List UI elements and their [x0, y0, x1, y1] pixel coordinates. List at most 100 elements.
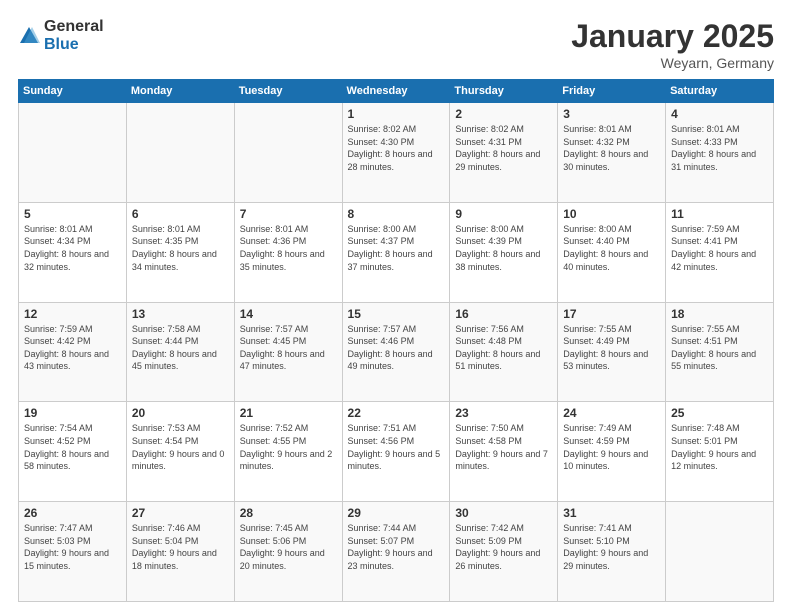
- day-detail: Sunrise: 7:57 AM Sunset: 4:46 PM Dayligh…: [348, 323, 445, 373]
- calendar-cell: 25 Sunrise: 7:48 AM Sunset: 5:01 PM Dayli…: [666, 402, 774, 502]
- logo-text: General Blue: [44, 18, 104, 53]
- calendar-week-3: 19 Sunrise: 7:54 AM Sunset: 4:52 PM Dayli…: [19, 402, 774, 502]
- calendar-cell: 27 Sunrise: 7:46 AM Sunset: 5:04 PM Dayli…: [126, 502, 234, 602]
- calendar-cell: [19, 103, 127, 203]
- day-detail: Sunrise: 8:02 AM Sunset: 4:30 PM Dayligh…: [348, 123, 445, 173]
- day-detail: Sunrise: 8:00 AM Sunset: 4:40 PM Dayligh…: [563, 223, 660, 273]
- calendar-cell: 17 Sunrise: 7:55 AM Sunset: 4:49 PM Dayli…: [558, 302, 666, 402]
- calendar-cell: 18 Sunrise: 7:55 AM Sunset: 4:51 PM Dayli…: [666, 302, 774, 402]
- day-detail: Sunrise: 7:54 AM Sunset: 4:52 PM Dayligh…: [24, 422, 121, 472]
- calendar-cell: 26Sunrise: 7:47 AM Sunset: 5:03 PM Dayli…: [19, 502, 127, 602]
- day-detail: Sunrise: 8:01 AM Sunset: 4:34 PM Dayligh…: [24, 223, 121, 273]
- day-number: 29: [348, 506, 445, 520]
- calendar-title: January 2025: [571, 18, 774, 55]
- calendar-week-2: 12 Sunrise: 7:59 AM Sunset: 4:42 PM Dayli…: [19, 302, 774, 402]
- calendar-cell: 14 Sunrise: 7:57 AM Sunset: 4:45 PM Dayli…: [234, 302, 342, 402]
- calendar-cell: 12 Sunrise: 7:59 AM Sunset: 4:42 PM Dayli…: [19, 302, 127, 402]
- header-thursday: Thursday: [450, 80, 558, 103]
- day-detail: Sunrise: 7:53 AM Sunset: 4:54 PM Dayligh…: [132, 422, 229, 472]
- day-detail: Sunrise: 7:56 AM Sunset: 4:48 PM Dayligh…: [455, 323, 552, 373]
- day-number: 17: [563, 307, 660, 321]
- day-detail: Sunrise: 7:55 AM Sunset: 4:49 PM Dayligh…: [563, 323, 660, 373]
- calendar-subtitle: Weyarn, Germany: [571, 55, 774, 71]
- header-row: Sunday Monday Tuesday Wednesday Thursday…: [19, 80, 774, 103]
- day-detail: Sunrise: 7:50 AM Sunset: 4:58 PM Dayligh…: [455, 422, 552, 472]
- day-number: 3: [563, 107, 660, 121]
- header: General Blue January 2025 Weyarn, German…: [18, 18, 774, 71]
- day-detail: Sunrise: 7:44 AM Sunset: 5:07 PM Dayligh…: [348, 522, 445, 572]
- day-detail: Sunrise: 7:59 AM Sunset: 4:42 PM Dayligh…: [24, 323, 121, 373]
- calendar-cell: 3Sunrise: 8:01 AM Sunset: 4:32 PM Daylig…: [558, 103, 666, 203]
- day-number: 25: [671, 406, 768, 420]
- day-number: 24: [563, 406, 660, 420]
- day-detail: Sunrise: 7:48 AM Sunset: 5:01 PM Dayligh…: [671, 422, 768, 472]
- day-detail: Sunrise: 8:00 AM Sunset: 4:39 PM Dayligh…: [455, 223, 552, 273]
- calendar-cell: [666, 502, 774, 602]
- calendar-page: General Blue January 2025 Weyarn, German…: [0, 0, 792, 612]
- day-detail: Sunrise: 7:46 AM Sunset: 5:04 PM Dayligh…: [132, 522, 229, 572]
- calendar-cell: 21Sunrise: 7:52 AM Sunset: 4:55 PM Dayli…: [234, 402, 342, 502]
- logo: General Blue: [18, 18, 104, 53]
- title-block: January 2025 Weyarn, Germany: [571, 18, 774, 71]
- day-number: 18: [671, 307, 768, 321]
- day-number: 23: [455, 406, 552, 420]
- calendar-cell: 10Sunrise: 8:00 AM Sunset: 4:40 PM Dayli…: [558, 202, 666, 302]
- day-number: 11: [671, 207, 768, 221]
- calendar-cell: 19 Sunrise: 7:54 AM Sunset: 4:52 PM Dayli…: [19, 402, 127, 502]
- day-detail: Sunrise: 7:49 AM Sunset: 4:59 PM Dayligh…: [563, 422, 660, 472]
- calendar-cell: 5Sunrise: 8:01 AM Sunset: 4:34 PM Daylig…: [19, 202, 127, 302]
- day-number: 27: [132, 506, 229, 520]
- day-number: 6: [132, 207, 229, 221]
- day-number: 19: [24, 406, 121, 420]
- day-number: 22: [348, 406, 445, 420]
- calendar-cell: 13Sunrise: 7:58 AM Sunset: 4:44 PM Dayli…: [126, 302, 234, 402]
- calendar-cell: 30 Sunrise: 7:42 AM Sunset: 5:09 PM Dayli…: [450, 502, 558, 602]
- day-number: 13: [132, 307, 229, 321]
- calendar-cell: 24 Sunrise: 7:49 AM Sunset: 4:59 PM Dayli…: [558, 402, 666, 502]
- day-detail: Sunrise: 7:55 AM Sunset: 4:51 PM Dayligh…: [671, 323, 768, 373]
- day-detail: Sunrise: 7:57 AM Sunset: 4:45 PM Dayligh…: [240, 323, 337, 373]
- day-number: 26: [24, 506, 121, 520]
- day-number: 8: [348, 207, 445, 221]
- day-detail: Sunrise: 7:59 AM Sunset: 4:41 PM Dayligh…: [671, 223, 768, 273]
- day-detail: Sunrise: 8:02 AM Sunset: 4:31 PM Dayligh…: [455, 123, 552, 173]
- day-detail: Sunrise: 7:41 AM Sunset: 5:10 PM Dayligh…: [563, 522, 660, 572]
- day-number: 15: [348, 307, 445, 321]
- day-number: 1: [348, 107, 445, 121]
- header-saturday: Saturday: [666, 80, 774, 103]
- calendar-cell: 9 Sunrise: 8:00 AM Sunset: 4:39 PM Daylig…: [450, 202, 558, 302]
- day-number: 12: [24, 307, 121, 321]
- calendar-week-0: 1 Sunrise: 8:02 AM Sunset: 4:30 PM Daylig…: [19, 103, 774, 203]
- calendar-cell: 20 Sunrise: 7:53 AM Sunset: 4:54 PM Dayli…: [126, 402, 234, 502]
- day-number: 2: [455, 107, 552, 121]
- calendar-body: 1 Sunrise: 8:02 AM Sunset: 4:30 PM Daylig…: [19, 103, 774, 602]
- calendar-cell: 2 Sunrise: 8:02 AM Sunset: 4:31 PM Daylig…: [450, 103, 558, 203]
- calendar-week-4: 26Sunrise: 7:47 AM Sunset: 5:03 PM Dayli…: [19, 502, 774, 602]
- logo-general: General: [44, 18, 104, 36]
- logo-icon: [18, 25, 40, 47]
- calendar-cell: 8 Sunrise: 8:00 AM Sunset: 4:37 PM Daylig…: [342, 202, 450, 302]
- calendar-cell: 22Sunrise: 7:51 AM Sunset: 4:56 PM Dayli…: [342, 402, 450, 502]
- header-monday: Monday: [126, 80, 234, 103]
- day-number: 21: [240, 406, 337, 420]
- day-detail: Sunrise: 8:01 AM Sunset: 4:36 PM Dayligh…: [240, 223, 337, 273]
- logo-blue: Blue: [44, 36, 104, 54]
- day-number: 20: [132, 406, 229, 420]
- day-detail: Sunrise: 8:00 AM Sunset: 4:37 PM Dayligh…: [348, 223, 445, 273]
- day-detail: Sunrise: 7:45 AM Sunset: 5:06 PM Dayligh…: [240, 522, 337, 572]
- day-number: 30: [455, 506, 552, 520]
- header-friday: Friday: [558, 80, 666, 103]
- day-number: 14: [240, 307, 337, 321]
- calendar-cell: 7 Sunrise: 8:01 AM Sunset: 4:36 PM Daylig…: [234, 202, 342, 302]
- calendar-table: Sunday Monday Tuesday Wednesday Thursday…: [18, 79, 774, 602]
- calendar-cell: 16 Sunrise: 7:56 AM Sunset: 4:48 PM Dayli…: [450, 302, 558, 402]
- day-number: 28: [240, 506, 337, 520]
- day-detail: Sunrise: 7:42 AM Sunset: 5:09 PM Dayligh…: [455, 522, 552, 572]
- day-number: 4: [671, 107, 768, 121]
- calendar-cell: 4Sunrise: 8:01 AM Sunset: 4:33 PM Daylig…: [666, 103, 774, 203]
- day-number: 7: [240, 207, 337, 221]
- day-number: 9: [455, 207, 552, 221]
- day-number: 16: [455, 307, 552, 321]
- calendar-cell: 28 Sunrise: 7:45 AM Sunset: 5:06 PM Dayli…: [234, 502, 342, 602]
- calendar-cell: 1 Sunrise: 8:02 AM Sunset: 4:30 PM Daylig…: [342, 103, 450, 203]
